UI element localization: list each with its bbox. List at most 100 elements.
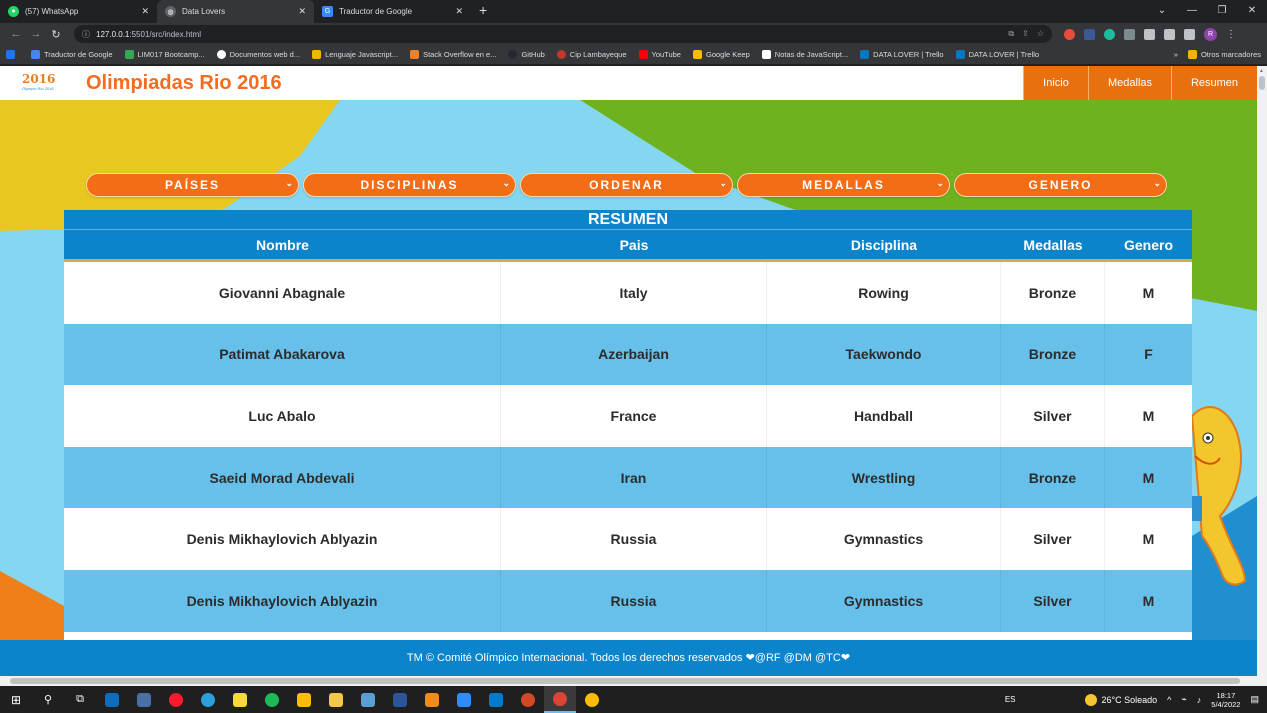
opera-extension-icon[interactable] <box>1064 28 1075 40</box>
taskbar-chrome[interactable] <box>544 686 576 713</box>
tab-data-lovers[interactable]: ◍ Data Lovers ✕ <box>157 0 314 23</box>
scrollbar-thumb[interactable] <box>1259 76 1265 90</box>
shield-extension-icon[interactable] <box>1124 28 1135 40</box>
taskbar-keep[interactable] <box>288 686 320 713</box>
back-button[interactable]: ← <box>6 28 26 40</box>
new-extension-icon[interactable] <box>1084 28 1095 40</box>
cell-pais: Russia <box>501 508 767 570</box>
col-header-genero[interactable]: Genero <box>1105 230 1192 259</box>
taskbar-sticky-notes[interactable] <box>224 686 256 713</box>
taskbar-spotify[interactable] <box>256 686 288 713</box>
tab-google-translate[interactable]: G Traductor de Google ✕ <box>314 0 471 23</box>
cell-medalla: Bronze <box>1001 446 1105 509</box>
bookmark-item[interactable]: Stack Overflow en e... <box>410 50 496 59</box>
tab-search-icon[interactable]: ⌄ <box>1147 0 1177 23</box>
reload-button[interactable]: ↻ <box>46 28 66 41</box>
taskbar-powerpoint[interactable] <box>512 686 544 713</box>
genero-select[interactable]: GENERO ⌄ <box>954 173 1167 197</box>
notifications-icon[interactable]: ▤ <box>1250 694 1259 705</box>
restore-button[interactable]: ❐ <box>1207 0 1237 23</box>
col-header-pais[interactable]: Pais <box>501 230 767 259</box>
cell-disciplina: Gymnastics <box>767 508 1001 570</box>
minimize-button[interactable]: — <box>1177 0 1207 23</box>
menu-icon[interactable]: ⋮ <box>1226 29 1236 40</box>
task-view-button[interactable]: ⧉ <box>64 686 96 713</box>
bookmark-item[interactable]: DATA LOVER | Trello <box>860 50 944 59</box>
system-clock[interactable]: 18:17 5/4/2022 <box>1211 691 1240 709</box>
profile-avatar[interactable]: R <box>1204 27 1217 41</box>
nav-inicio[interactable]: Inicio <box>1023 66 1088 100</box>
info-icon[interactable]: ⓘ <box>82 29 90 40</box>
disciplinas-select[interactable]: DISCIPLINAS ⌄ <box>303 173 516 197</box>
tab-whatsapp[interactable]: ● (57) WhatsApp ✕ <box>0 0 157 23</box>
rio-logo[interactable]: 2016 Olympic Rio 2016 <box>22 70 55 96</box>
bookmark-item[interactable]: Traductor de Google <box>31 50 113 59</box>
scroll-up-icon[interactable]: ▲ <box>1259 68 1264 74</box>
tab-label: Data Lovers <box>182 7 226 16</box>
bookmark-item[interactable]: Lenguaje Javascript... <box>312 50 398 59</box>
bookmark-item[interactable]: Cip Lambayeque <box>556 50 627 59</box>
bookmark-item[interactable]: Google Keep <box>692 50 750 59</box>
puzzle-icon[interactable] <box>1164 28 1175 40</box>
close-icon[interactable]: ✕ <box>455 6 463 17</box>
spotify-icon <box>265 692 279 707</box>
select-label: PAÍSES <box>164 178 221 192</box>
taskbar-opera[interactable] <box>160 686 192 713</box>
hscrollbar-thumb[interactable] <box>10 678 1240 684</box>
taskbar-vscode[interactable] <box>480 686 512 713</box>
volume-icon[interactable]: ♪ <box>1197 695 1202 705</box>
search-button[interactable]: ⚲ <box>32 686 64 713</box>
medallas-select[interactable]: MEDALLAS ⌄ <box>737 173 950 197</box>
grammarly-extension-icon[interactable] <box>1104 28 1115 40</box>
forward-button[interactable]: → <box>26 28 46 40</box>
clock-time: 18:17 <box>1216 690 1236 700</box>
keep-icon <box>297 692 311 707</box>
paises-select[interactable]: PAÍSES ⌄ <box>86 173 299 197</box>
taskbar-vlc[interactable] <box>416 686 448 713</box>
taskbar-file-explorer[interactable] <box>320 686 352 713</box>
close-icon[interactable]: ✕ <box>298 6 306 17</box>
start-button[interactable]: ⊞ <box>0 686 32 713</box>
bookmark-item[interactable]: YouTube <box>638 50 681 59</box>
bookmark-item[interactable]: LIM017 Bootcamp... <box>124 50 205 59</box>
taskbar-chrome-profile[interactable] <box>576 686 608 713</box>
taskbar-app[interactable] <box>352 686 384 713</box>
language-indicator[interactable]: ES <box>1005 695 1016 704</box>
nav-resumen[interactable]: Resumen <box>1171 66 1257 100</box>
translate-icon[interactable]: ⧉ <box>1008 29 1014 39</box>
share-icon[interactable]: ⇪ <box>1022 29 1029 39</box>
bookmark-star-icon[interactable]: ☆ <box>1037 29 1044 39</box>
app-icon <box>361 692 375 707</box>
col-header-nombre[interactable]: Nombre <box>64 230 501 259</box>
facebook-bookmark[interactable] <box>6 50 19 59</box>
new-tab-button[interactable]: + <box>479 0 487 23</box>
weather-widget[interactable]: 26°C Soleado <box>1085 693 1157 706</box>
more-bookmarks-button[interactable]: » <box>1174 50 1178 59</box>
bookmark-item[interactable]: DATA LOVER | Trello <box>955 50 1039 59</box>
ordenar-select[interactable]: ORDENAR ⌄ <box>520 173 733 197</box>
taskbar-word[interactable] <box>384 686 416 713</box>
network-icon[interactable]: ⌁ <box>1181 694 1186 705</box>
cell-genero: M <box>1142 407 1155 424</box>
taskbar-explorer-app[interactable] <box>128 686 160 713</box>
bookmark-item[interactable]: GitHub <box>508 50 545 59</box>
address-bar[interactable]: ⓘ 127.0.0.1 :5501/src/index.html ⧉ ⇪ ☆ <box>74 25 1052 43</box>
other-bookmarks-folder[interactable]: Otros marcadores <box>1187 50 1261 59</box>
tray-chevron-icon[interactable]: ^ <box>1167 695 1171 705</box>
taskbar-zoom[interactable] <box>448 686 480 713</box>
screenshot-extension-icon[interactable] <box>1144 28 1155 40</box>
nav-medallas[interactable]: Medallas <box>1088 66 1171 100</box>
sidepanel-icon[interactable] <box>1184 28 1195 40</box>
vlc-icon <box>425 692 439 707</box>
bookmark-item[interactable]: Notas de JavaScript... <box>761 50 848 59</box>
col-header-medallas[interactable]: Medallas <box>1001 230 1105 259</box>
taskbar-mail[interactable] <box>96 686 128 713</box>
cell-disciplina: Taekwondo <box>767 323 1001 386</box>
close-icon[interactable]: ✕ <box>141 6 149 17</box>
col-header-disciplina[interactable]: Disciplina <box>767 230 1001 259</box>
vertical-scrollbar[interactable]: ▲ <box>1257 66 1267 686</box>
taskbar-telegram[interactable] <box>192 686 224 713</box>
close-window-button[interactable]: ✕ <box>1237 0 1267 23</box>
horizontal-scrollbar[interactable] <box>0 676 1257 686</box>
bookmark-item[interactable]: Documentos web d... <box>216 50 300 59</box>
